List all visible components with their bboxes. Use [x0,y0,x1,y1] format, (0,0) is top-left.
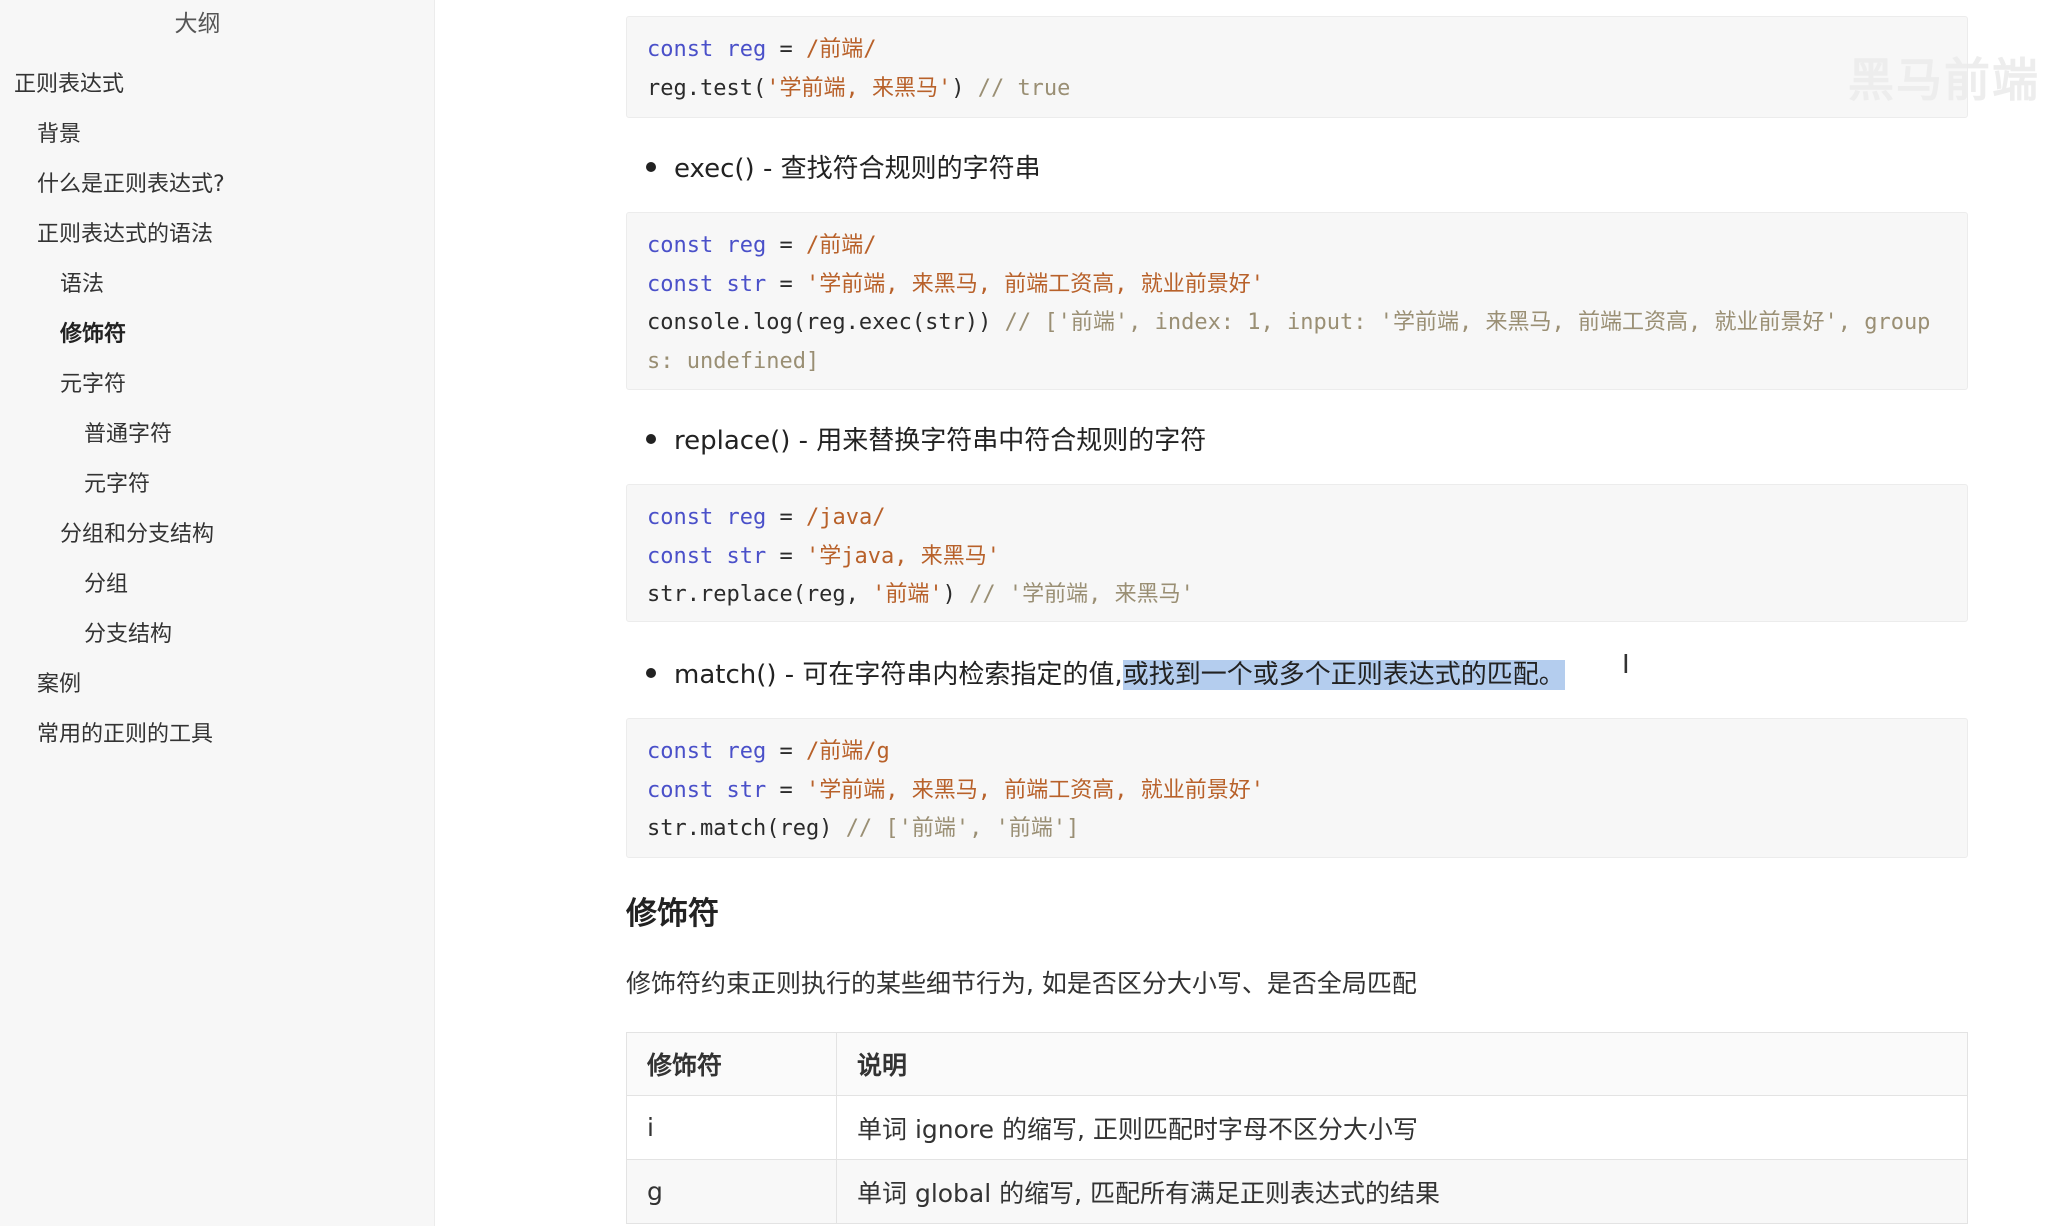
code-text: reg.test( [647,75,767,101]
modifiers-table: 修饰符 说明 i 单词 ignore 的缩写, 正则匹配时字母不区分大小写 g … [626,1032,1968,1224]
toc-item-normal-chars[interactable]: 普通字符 [0,410,435,460]
table-header-modifier: 修饰符 [626,1032,837,1096]
bullet-dot-icon [646,161,656,172]
code-variable: reg [726,233,767,258]
table-row: g 单词 global 的缩写, 匹配所有满足正则表达式的结果 [626,1159,1968,1224]
bullet-dot-icon [646,433,656,444]
bullet-match: match() - 可在字符串内检索指定的值,或找到一个或多个正则表达式的匹配。 [646,654,1565,691]
toc-item-background[interactable]: 背景 [0,110,435,160]
code-text: ) [951,75,978,101]
toc-item-cases[interactable]: 案例 [0,660,435,710]
toc-item-metachars-sub[interactable]: 元字符 [0,460,435,510]
code-keyword: const [647,505,714,530]
code-operator: = [766,233,806,258]
toc-item-modifiers[interactable]: 修饰符 [0,310,435,360]
code-string: '学前端, 来黑马, 前端工资高, 就业前景好' [805,777,1264,803]
toc-item-regex-syntax[interactable]: 正则表达式的语法 [0,210,435,260]
code-keyword: const [647,777,714,803]
outline-sidebar: 大纲 正则表达式 背景 什么是正则表达式? 正则表达式的语法 语法 修饰符 元字… [0,0,435,1226]
code-regex: /java/ [805,505,886,530]
code-string: '前端' [872,582,943,607]
code-operator: = [766,271,806,297]
code-operator: = [766,505,806,530]
watermark-logo: 黑马前端 [1848,53,2040,107]
code-text: ) [942,582,970,607]
code-variable: str [726,543,767,569]
code-regex: /前端/ [805,37,877,62]
table-cell-description: 单词 ignore 的缩写, 正则匹配时字母不区分大小写 [836,1095,1968,1160]
table-cell-description: 单词 global 的缩写, 匹配所有满足正则表达式的结果 [836,1159,1968,1224]
bullet-text: replace() - 用来替换字符串中符合规则的字符 [674,426,1207,456]
toc-item-regex[interactable]: 正则表达式 [0,60,435,110]
section-paragraph: 修饰符约束正则执行的某些细节行为, 如是否区分大小写、是否全局匹配 [626,969,1417,998]
code-text: str.replace(reg, [647,582,873,607]
code-keyword: const [647,37,714,62]
code-keyword: const [647,271,714,297]
toc-item-metacharacters[interactable]: 元字符 [0,360,435,410]
selected-text[interactable]: 或找到一个或多个正则表达式的匹配。 [1122,660,1565,690]
code-operator: = [766,543,806,569]
code-text: console.log(reg.exec(str)) [647,310,1005,335]
code-operator: = [766,777,806,803]
outline-title: 大纲 [174,11,221,37]
code-operator: = [766,739,806,764]
code-keyword: const [647,543,714,569]
code-regex: /前端/ [805,233,877,258]
bullet-replace: replace() - 用来替换字符串中符合规则的字符 [646,420,1206,457]
code-comment: // ['前端', '前端'] [845,816,1080,841]
code-variable: reg [726,505,767,530]
code-regex: /前端/g [805,739,890,764]
code-block-match[interactable]: const reg = /前端/g const str = '学前端, 来黑马,… [626,718,1968,858]
bullet-exec: exec() - 查找符合规则的字符串 [646,148,1041,185]
code-variable: str [726,777,767,803]
code-block-exec[interactable]: const reg = /前端/ const str = '学前端, 来黑马, … [626,212,1968,390]
outline-list: 正则表达式 背景 什么是正则表达式? 正则表达式的语法 语法 修饰符 元字符 普… [0,60,435,760]
table-row: i 单词 ignore 的缩写, 正则匹配时字母不区分大小写 [626,1095,1968,1160]
code-string: '学前端, 来黑马, 前端工资高, 就业前景好' [805,271,1264,297]
code-keyword: const [647,739,714,764]
code-comment: // true [977,75,1071,101]
table-cell-modifier: g [626,1159,837,1224]
code-string: '学java, 来黑马' [805,543,1000,569]
code-variable: reg [726,37,767,62]
toc-item-groups[interactable]: 分组 [0,560,435,610]
code-operator: = [766,37,806,62]
toc-item-what-is-regex[interactable]: 什么是正则表达式? [0,160,435,210]
bullet-text: exec() - 查找符合规则的字符串 [674,154,1041,184]
table-header-description: 说明 [836,1032,1968,1096]
code-block-test[interactable]: const reg = /前端/ reg.test('学前端, 来黑马') //… [626,16,1968,118]
code-variable: str [726,271,767,297]
toc-item-tools[interactable]: 常用的正则的工具 [0,710,435,760]
toc-item-syntax[interactable]: 语法 [0,260,435,310]
code-variable: reg [726,739,767,764]
code-text: str.match(reg) [647,816,846,841]
code-comment: // '学前端, 来黑马' [969,582,1194,607]
table-header-row: 修饰符 说明 [626,1032,1968,1096]
code-keyword: const [647,233,714,258]
toc-item-groups-branches[interactable]: 分组和分支结构 [0,510,435,560]
code-string: '学前端, 来黑马' [766,75,952,101]
bullet-text: match() - 可在字符串内检索指定的值, [674,660,1123,690]
section-heading-modifiers: 修饰符 [626,896,719,932]
toc-item-branches[interactable]: 分支结构 [0,610,435,660]
table-cell-modifier: i [626,1095,837,1160]
text-cursor-icon: I [1622,650,1630,680]
bullet-dot-icon [646,667,656,678]
code-block-replace[interactable]: const reg = /java/ const str = '学java, 来… [626,484,1968,622]
